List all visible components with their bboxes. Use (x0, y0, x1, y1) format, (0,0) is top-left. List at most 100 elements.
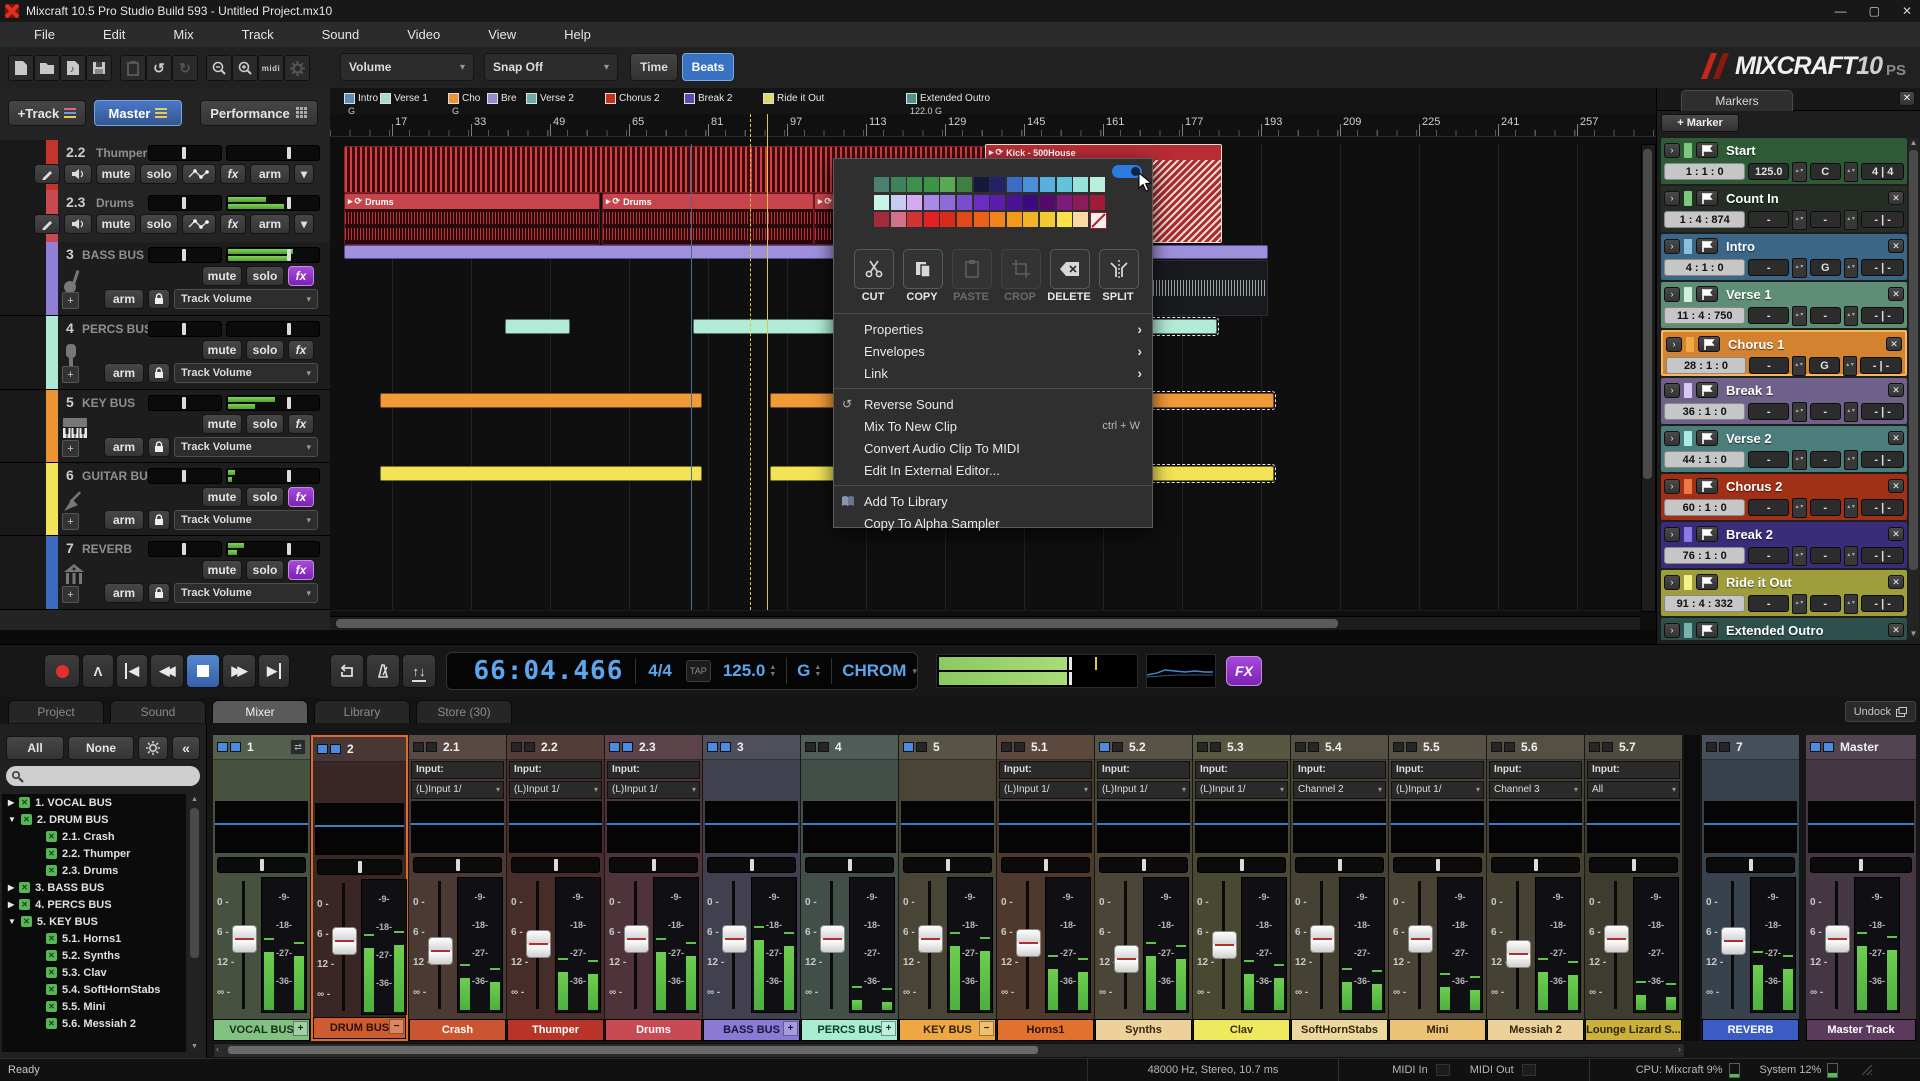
draw-button[interactable] (34, 164, 60, 184)
mixer-strip-2.3[interactable]: 2.3Input:(L)Input 1/▾0 -6 -12 -∞ --9--18… (605, 735, 702, 1041)
scroll-left-arrow[interactable]: ‹ (216, 1044, 219, 1054)
marker-timesig-field[interactable]: - | - (1861, 403, 1904, 420)
color-swatch[interactable] (990, 195, 1005, 210)
color-swatch[interactable] (924, 177, 939, 192)
color-swatch[interactable] (1023, 177, 1038, 192)
strip-pan-slider[interactable] (217, 857, 306, 873)
marker-row-verse-2[interactable]: ›Verse 2✕44 : 1 : 0-▴ ▾-▴ ▾- | - (1661, 426, 1907, 472)
color-swatch[interactable] (1057, 195, 1072, 210)
marker-tempo-field[interactable]: - (1749, 357, 1789, 374)
marker-color-swatch[interactable] (1684, 191, 1692, 206)
clip-percs[interactable] (1150, 319, 1217, 334)
color-swatch[interactable] (957, 177, 972, 192)
color-swatch[interactable] (1040, 212, 1055, 227)
hscroll-thumb[interactable] (336, 619, 1338, 628)
menu-file[interactable]: File (10, 27, 79, 42)
marker-position-field[interactable]: 91 : 4 : 332 (1664, 595, 1745, 612)
strip-name-label[interactable]: Messiah 2 (1487, 1019, 1584, 1041)
pan-slider[interactable] (148, 321, 222, 337)
tree-item-2-2-thumper[interactable]: ✕2.2. Thumper (2, 845, 186, 862)
marker-row-chorus-2[interactable]: ›Chorus 2✕60 : 1 : 0-▴ ▾-▴ ▾- | - (1661, 474, 1907, 520)
color-swatch[interactable] (1007, 212, 1022, 227)
color-swatch[interactable] (1073, 212, 1088, 227)
paste-icon[interactable] (120, 55, 146, 81)
marker-color-swatch[interactable] (1686, 337, 1694, 352)
color-swatch[interactable] (1090, 195, 1105, 210)
tree-item-2-drum-bus[interactable]: ▼✕2. DRUM BUS (2, 811, 186, 828)
marker-flag-button[interactable] (1696, 430, 1718, 446)
marker-expand-button[interactable]: › (1664, 239, 1680, 254)
tree-item-5-6-messiah-2[interactable]: ✕5.6. Messiah 2 (2, 1015, 186, 1032)
marker-flag-button[interactable] (1696, 286, 1718, 302)
marker-timesig-field[interactable]: - | - (1861, 259, 1904, 276)
tempo-spinner[interactable]: ▴ ▾ (1792, 258, 1807, 278)
marker-delete-button[interactable]: ✕ (1888, 287, 1904, 301)
fader-cap[interactable] (1721, 927, 1746, 955)
mixer-strip-5.7[interactable]: 5.7Input:All▾0 -6 -12 -∞ --9--18--27--36… (1585, 735, 1682, 1041)
strip-pan-slider[interactable] (1393, 857, 1482, 873)
strip-pan-slider[interactable] (1197, 857, 1286, 873)
color-swatch[interactable] (1040, 177, 1055, 192)
strip-pan-slider[interactable] (805, 857, 894, 873)
track-checkbox[interactable]: ✕ (46, 950, 57, 961)
arm-button[interactable]: arm (104, 289, 144, 309)
input-dropdown[interactable]: (L)Input 1/▾ (411, 781, 504, 799)
color-swatch[interactable] (974, 212, 989, 227)
marker-flag-ride-it-out[interactable]: Ride it Out (763, 93, 824, 104)
split-button[interactable] (1099, 249, 1139, 289)
strip-name-label[interactable]: Thumper (507, 1019, 604, 1041)
menu-track[interactable]: Track (218, 27, 298, 42)
strip-pan-slider[interactable] (1295, 857, 1384, 873)
fader-cap[interactable] (1825, 925, 1850, 953)
track-collapse-button[interactable]: ▾ (294, 214, 314, 234)
volume-slider[interactable] (226, 145, 320, 161)
color-swatch[interactable] (1023, 195, 1038, 210)
tree-item-5-3-clav[interactable]: ✕5.3. Clav (2, 964, 186, 981)
master-button[interactable]: Master (94, 100, 182, 126)
arm-button[interactable]: arm (104, 363, 144, 383)
tree-item-5-key-bus[interactable]: ▼✕5. KEY BUS (2, 913, 186, 930)
marker-key-field[interactable]: - (1810, 499, 1841, 516)
solo-button[interactable]: solo (246, 487, 284, 507)
pan-slider[interactable] (148, 145, 222, 161)
scroll-down-arrow[interactable]: ▼ (188, 1043, 201, 1050)
tree-item-5-5-mini[interactable]: ✕5.5. Mini (2, 998, 186, 1015)
color-swatch[interactable] (990, 177, 1005, 192)
fader-cap[interactable] (1310, 925, 1335, 953)
solo-button[interactable]: solo (140, 164, 178, 184)
mute-button[interactable]: mute (202, 414, 242, 434)
marker-tempo-field[interactable]: - (1748, 451, 1789, 468)
context-item-link[interactable]: Link› (834, 362, 1152, 384)
markers-close-button[interactable]: ✕ (1899, 91, 1915, 106)
arrangement-vscrollbar[interactable] (1641, 144, 1656, 612)
context-item-properties[interactable]: Properties› (834, 318, 1152, 340)
marker-flag-button[interactable] (1696, 526, 1718, 542)
clip-keys[interactable] (1150, 393, 1274, 408)
input-dropdown[interactable]: (L)Input 1/▾ (999, 781, 1092, 799)
solo-button[interactable]: solo (140, 214, 178, 234)
strip-pan-slider[interactable] (1589, 857, 1678, 873)
marker-color-swatch[interactable] (1684, 479, 1692, 494)
arm-button[interactable]: arm (104, 437, 144, 457)
expand-bus-button[interactable]: + (293, 1021, 308, 1036)
tree-item-5-2-synths[interactable]: ✕5.2. Synths (2, 947, 186, 964)
color-swatch[interactable] (940, 195, 955, 210)
tree-scrollbar[interactable]: ▲▼ (188, 794, 201, 1052)
record-lock-button[interactable] (148, 510, 170, 530)
color-swatch[interactable] (1073, 195, 1088, 210)
arm-button[interactable]: arm (104, 510, 144, 530)
mixer-strip-5.4[interactable]: 5.4Input:Channel 2▾0 -6 -12 -∞ --9--18--… (1291, 735, 1388, 1041)
volume-dropdown[interactable]: Volume▾ (340, 53, 474, 81)
strip-pan-slider[interactable] (609, 857, 698, 873)
marker-flag-button[interactable] (1696, 382, 1718, 398)
menu-view[interactable]: View (464, 27, 540, 42)
mixer-strip-5.1[interactable]: 5.1Input:(L)Input 1/▾0 -6 -12 -∞ --9--18… (997, 735, 1094, 1041)
volume-slider[interactable] (226, 468, 320, 484)
color-swatch[interactable] (974, 195, 989, 210)
marker-timesig-field[interactable]: - | - (1861, 211, 1904, 228)
clip-drums[interactable]: ▸⟳Drums (602, 193, 814, 245)
add-marker-button[interactable]: + Marker (1661, 114, 1739, 132)
menu-sound[interactable]: Sound (298, 27, 384, 42)
delete-button[interactable] (1050, 249, 1090, 289)
marker-expand-button[interactable]: › (1664, 431, 1680, 446)
